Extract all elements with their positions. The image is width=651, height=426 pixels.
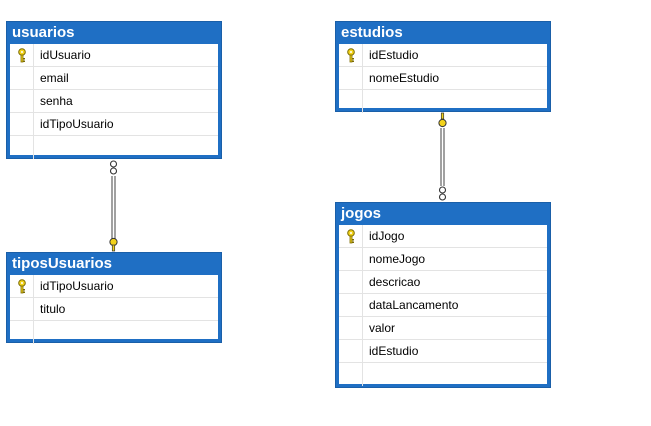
- relationship-usuarios-tiposUsuarios[interactable]: [109, 160, 118, 252]
- infinity-icon: [438, 186, 447, 201]
- key-icon: [438, 112, 447, 128]
- key-icon: [109, 237, 118, 252]
- infinity-icon: [109, 160, 118, 175]
- relationship-jogos-estudios[interactable]: [438, 112, 447, 201]
- relationship-lines: [109, 112, 447, 252]
